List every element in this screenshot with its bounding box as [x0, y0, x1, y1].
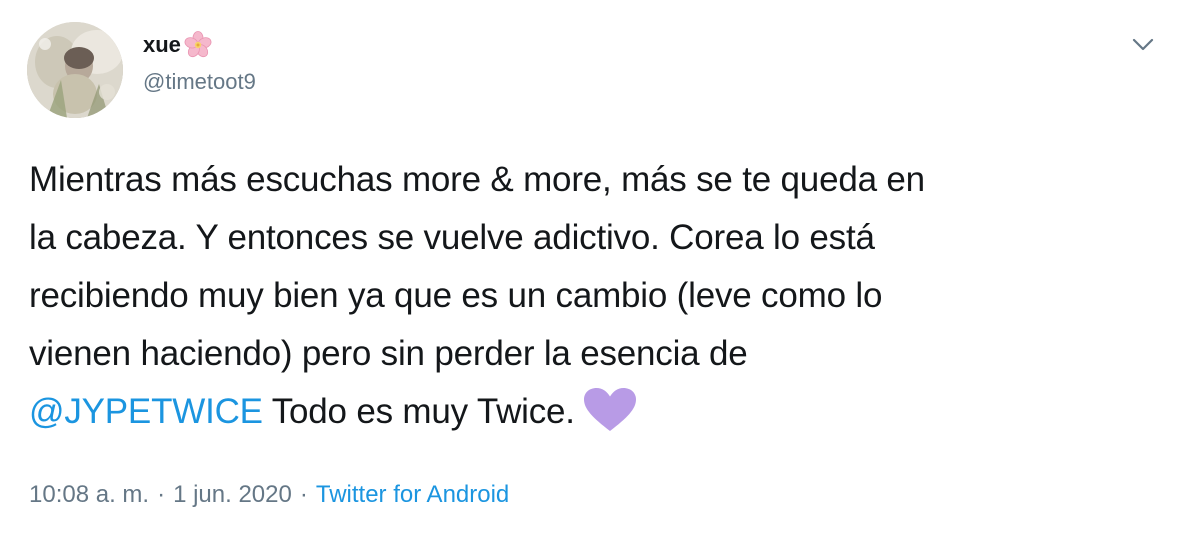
tweet-text-line: recibiendo muy bien ya que es un cambio …: [29, 276, 883, 315]
tweet-card: xue @timetoot9 Mientras más escuchas mor…: [0, 0, 1192, 534]
tweet-text-line: Mientras más escuchas more & more, más s…: [29, 160, 925, 199]
cherry-blossom-icon: [183, 30, 213, 60]
tweet-text-tail: Todo es muy Twice.: [262, 392, 575, 431]
display-name-row[interactable]: xue: [143, 30, 256, 60]
tweet-text: Mientras más escuchas more & more, más s…: [29, 151, 1169, 441]
chevron-down-icon[interactable]: [1128, 34, 1158, 56]
user-info: xue @timetoot9: [143, 30, 256, 96]
tweet-metadata: 10:08 a. m. · 1 jun. 2020 · Twitter for Andr…: [29, 478, 509, 512]
tweet-date[interactable]: 1 jun. 2020: [173, 481, 292, 508]
avatar[interactable]: [27, 22, 123, 118]
mention-link[interactable]: @JYPETWICE: [29, 392, 263, 431]
tweet-text-last-line: @JYPETWICE Todo es muy Twice.: [29, 383, 1169, 441]
tweet-source-link[interactable]: Twitter for Android: [316, 481, 509, 508]
tweet-text-line: vienen haciendo) pero sin perder la esen…: [29, 334, 748, 373]
display-name[interactable]: xue: [143, 31, 181, 59]
tweet-time[interactable]: 10:08 a. m.: [29, 481, 149, 508]
avatar-photo: [27, 22, 123, 118]
meta-separator: ·: [157, 481, 166, 508]
tweet-text-line: la cabeza. Y entonces se vuelve adictivo…: [29, 218, 875, 257]
user-handle[interactable]: @timetoot9: [143, 68, 256, 96]
meta-separator: ·: [299, 481, 308, 508]
purple-heart-icon: [583, 387, 637, 433]
